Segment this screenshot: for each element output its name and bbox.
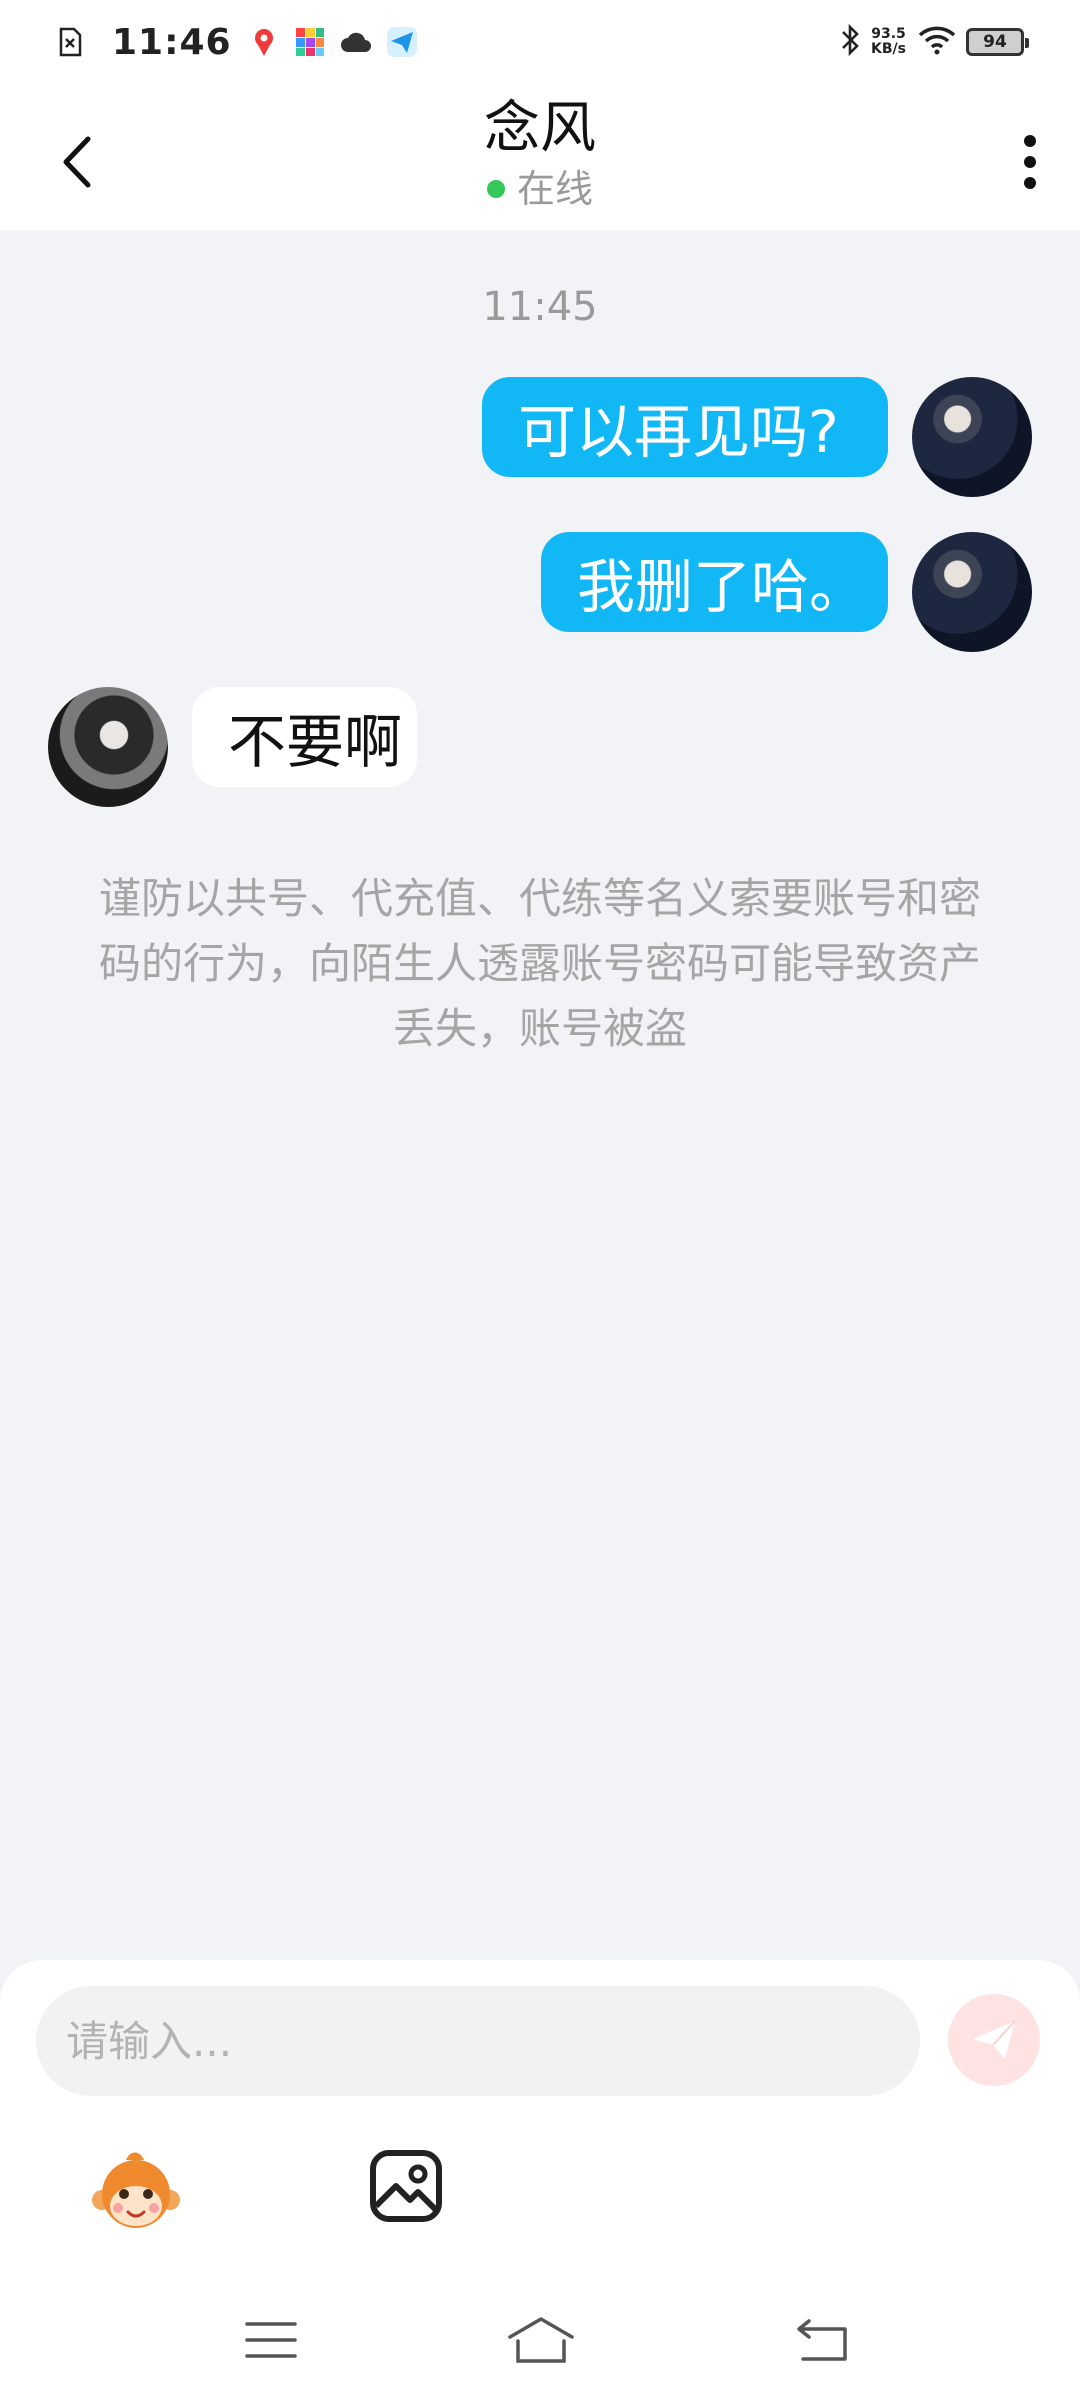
menu-icon — [245, 2322, 297, 2358]
message-timestamp: 11:45 — [482, 284, 598, 330]
network-speed-unit: KB/s — [871, 41, 906, 57]
network-speed: 93.5 KB/s — [871, 27, 906, 57]
message-bubble-outgoing[interactable]: 我删了哈。 — [541, 532, 888, 632]
message-bubble-incoming[interactable]: 不要啊 — [192, 687, 417, 787]
contact-avatar[interactable] — [48, 687, 168, 807]
network-speed-value: 93.5 — [871, 26, 906, 42]
home-icon — [508, 2317, 574, 2363]
chat-header: 念风 在线 — [0, 84, 1080, 230]
message-input[interactable] — [36, 1986, 920, 2096]
nav-home-button[interactable] — [506, 2310, 576, 2370]
image-picker-button[interactable] — [368, 2148, 444, 2224]
back-icon — [797, 2319, 847, 2361]
presence-status: 在线 — [486, 164, 593, 214]
cloud-icon — [340, 26, 372, 58]
image-icon — [370, 2150, 442, 2222]
security-notice: 谨防以共号、代充值、代练等名义索要账号和密码的行为，向陌生人透露账号密码可能导致… — [98, 874, 981, 1053]
colorful-app-icon — [294, 26, 326, 58]
chat-title-block: 念风 在线 — [0, 94, 1080, 214]
message-text: 可以再见吗? — [518, 398, 839, 466]
more-vertical-icon — [1024, 135, 1036, 189]
status-bar-right: 93.5 KB/s 94 — [839, 18, 1029, 66]
status-time: 11:46 — [112, 21, 232, 63]
message-text: 不要啊 — [228, 708, 403, 776]
online-dot-icon — [486, 180, 505, 198]
more-options-button[interactable] — [1000, 120, 1060, 204]
monkey-emoji-icon — [92, 2152, 180, 2228]
message-bubble-outgoing[interactable]: 可以再见吗? — [482, 377, 888, 477]
nav-back-button[interactable] — [788, 2310, 858, 2370]
sticker-button[interactable] — [90, 2146, 182, 2238]
wifi-icon — [918, 25, 956, 59]
chat-title: 念风 — [484, 96, 596, 161]
battery-level: 94 — [983, 32, 1007, 52]
map-pin-app-icon — [248, 26, 280, 58]
send-button[interactable] — [948, 1994, 1040, 2086]
my-avatar[interactable] — [912, 377, 1032, 497]
system-nav-bar — [0, 2280, 1080, 2400]
paper-plane-app-icon — [386, 26, 418, 58]
presence-label: 在线 — [516, 167, 593, 211]
bluetooth-icon — [839, 23, 863, 61]
paper-plane-icon — [973, 2020, 1016, 2059]
status-bar: 11:46 93.5 KB/s 94 — [0, 0, 1080, 84]
my-avatar[interactable] — [912, 532, 1032, 652]
nav-menu-button[interactable] — [236, 2310, 306, 2370]
battery-icon: 94 — [966, 28, 1029, 56]
message-text: 我删了哈。 — [577, 553, 868, 621]
sim-error-icon — [54, 26, 86, 58]
status-bar-left: 11:46 — [54, 18, 432, 66]
